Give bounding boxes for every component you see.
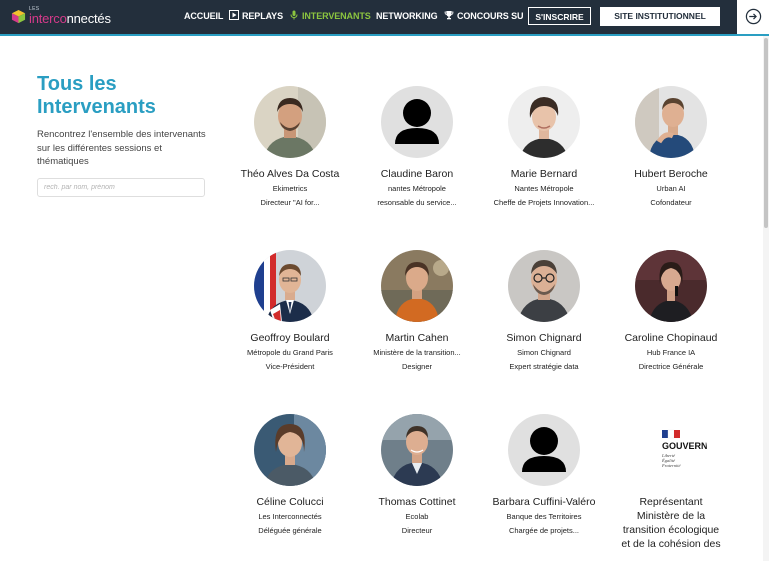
government-logo: GOUVERNEMENT Liberté Égalité Fraternité bbox=[635, 414, 707, 486]
speaker-card[interactable]: Théo Alves Da Costa Ekimetrics Directeur… bbox=[227, 86, 353, 208]
logo-wordmark: interconnectés bbox=[29, 11, 111, 26]
speaker-role: Cofondateur bbox=[650, 198, 692, 207]
speaker-card[interactable]: Simon Chignard Simon Chignard Expert str… bbox=[481, 250, 607, 372]
speaker-name: Simon Chignard bbox=[506, 332, 582, 344]
speaker-name: Claudine Baron bbox=[380, 168, 454, 180]
user-silhouette-icon bbox=[381, 86, 453, 158]
speaker-photo bbox=[508, 86, 580, 158]
nav-concours[interactable]: CONCOURS SU bbox=[457, 11, 524, 21]
nav-replays[interactable]: REPLAYS bbox=[242, 11, 283, 21]
speaker-role: Directeur bbox=[401, 526, 433, 535]
speaker-photo bbox=[254, 250, 326, 322]
nav-networking[interactable]: NETWORKING bbox=[376, 11, 438, 21]
speaker-organization: Banque des Territoires bbox=[506, 512, 582, 521]
speaker-role: Directeur "AI for... bbox=[260, 198, 320, 207]
speaker-organization: Ecolab bbox=[405, 512, 429, 521]
top-navigation-bar: LES interconnectés ACCUEIL REPLAYS INTER… bbox=[0, 0, 769, 36]
speaker-role: Déléguée générale bbox=[258, 526, 322, 535]
speaker-role: resonsable du service... bbox=[377, 198, 457, 207]
speaker-name: Barbara Cuffini-Valéro bbox=[492, 496, 596, 508]
speaker-organization: Nantes Métropole bbox=[514, 184, 574, 193]
speaker-card[interactable]: GOUVERNEMENT Liberté Égalité Fraternité … bbox=[608, 414, 734, 551]
speaker-organization: Simon Chignard bbox=[517, 348, 571, 357]
speaker-photo bbox=[381, 414, 453, 486]
speaker-name: Céline Colucci bbox=[256, 496, 324, 508]
speaker-name: Thomas Cottinet bbox=[378, 496, 456, 508]
speaker-photo bbox=[381, 250, 453, 322]
speaker-card[interactable]: Caroline Chopinaud Hub France IA Directr… bbox=[608, 250, 734, 372]
page-title: Tous les Intervenants bbox=[37, 73, 156, 118]
institutional-site-button[interactable]: SITE INSTITUTIONNEL bbox=[600, 7, 720, 26]
register-button[interactable]: S'INSCRIRE bbox=[528, 7, 591, 25]
speaker-card[interactable]: Martin Cahen Ministère de la transition.… bbox=[354, 250, 480, 372]
speaker-card[interactable]: Barbara Cuffini-Valéro Banque des Territ… bbox=[481, 414, 607, 536]
speaker-name: Hubert Beroche bbox=[634, 168, 708, 180]
speaker-role: Expert stratégie data bbox=[509, 362, 579, 371]
speaker-organization: Hub France IA bbox=[646, 348, 696, 357]
speaker-organization: Les Interconnectés bbox=[258, 512, 322, 521]
login-icon[interactable] bbox=[745, 8, 762, 25]
logo-cube-icon bbox=[11, 9, 26, 24]
speaker-organization: nantes Métropole bbox=[388, 184, 446, 193]
speaker-role: Cheffe de Projets Innovation... bbox=[493, 198, 595, 207]
speaker-photo bbox=[254, 414, 326, 486]
speaker-photo bbox=[508, 250, 580, 322]
speaker-role: Designer bbox=[401, 362, 432, 371]
speaker-name: Théo Alves Da Costa bbox=[240, 168, 340, 180]
speaker-name: Marie Bernard bbox=[510, 168, 578, 180]
speaker-role: Directrice Générale bbox=[638, 362, 704, 371]
page-scrollbar-thumb[interactable] bbox=[764, 38, 768, 228]
page-description: Rencontrez l'ensemble des intervenants s… bbox=[37, 129, 206, 167]
speaker-card[interactable]: Thomas Cottinet Ecolab Directeur bbox=[354, 414, 480, 536]
speaker-name: Martin Cahen bbox=[385, 332, 449, 344]
speaker-photo-placeholder bbox=[508, 414, 580, 486]
speaker-role: Vice-Président bbox=[265, 362, 315, 371]
speaker-name: Représentant Ministère de la transition … bbox=[621, 496, 721, 550]
speaker-photo-placeholder bbox=[381, 86, 453, 158]
speaker-organization: Ekimetrics bbox=[272, 184, 308, 193]
nav-accueil[interactable]: ACCUEIL bbox=[184, 11, 223, 21]
speaker-name: Geoffroy Boulard bbox=[250, 332, 330, 344]
trophy-icon bbox=[444, 11, 454, 20]
site-logo[interactable]: LES interconnectés bbox=[11, 6, 116, 28]
speaker-organization: Ministère de la transition... bbox=[373, 348, 461, 357]
speaker-organization: Urban AI bbox=[656, 184, 686, 193]
speaker-card[interactable]: Hubert Beroche Urban AI Cofondateur bbox=[608, 86, 734, 208]
nav-intervenants[interactable]: INTERVENANTS bbox=[302, 11, 371, 21]
speaker-photo bbox=[635, 250, 707, 322]
speaker-card[interactable]: Céline Colucci Les Interconnectés Délégu… bbox=[227, 414, 353, 536]
speaker-organization: Métropole du Grand Paris bbox=[247, 348, 333, 357]
play-icon bbox=[229, 10, 239, 20]
speaker-card[interactable]: Marie Bernard Nantes Métropole Cheffe de… bbox=[481, 86, 607, 208]
login-area[interactable] bbox=[737, 0, 769, 34]
speaker-name: Caroline Chopinaud bbox=[624, 332, 718, 344]
speaker-card[interactable]: Claudine Baron nantes Métropole resonsab… bbox=[354, 86, 480, 208]
microphone-icon bbox=[290, 10, 298, 20]
user-silhouette-icon bbox=[508, 414, 580, 486]
speaker-photo bbox=[254, 86, 326, 158]
speaker-search-input[interactable] bbox=[37, 178, 205, 197]
gov-motto-3: Fraternité bbox=[661, 463, 681, 468]
speaker-photo bbox=[635, 86, 707, 158]
gov-logo-title: GOUVERNEMENT bbox=[662, 441, 707, 451]
speaker-card[interactable]: Geoffroy Boulard Métropole du Grand Pari… bbox=[227, 250, 353, 372]
speaker-role: Chargée de projets... bbox=[508, 526, 580, 535]
